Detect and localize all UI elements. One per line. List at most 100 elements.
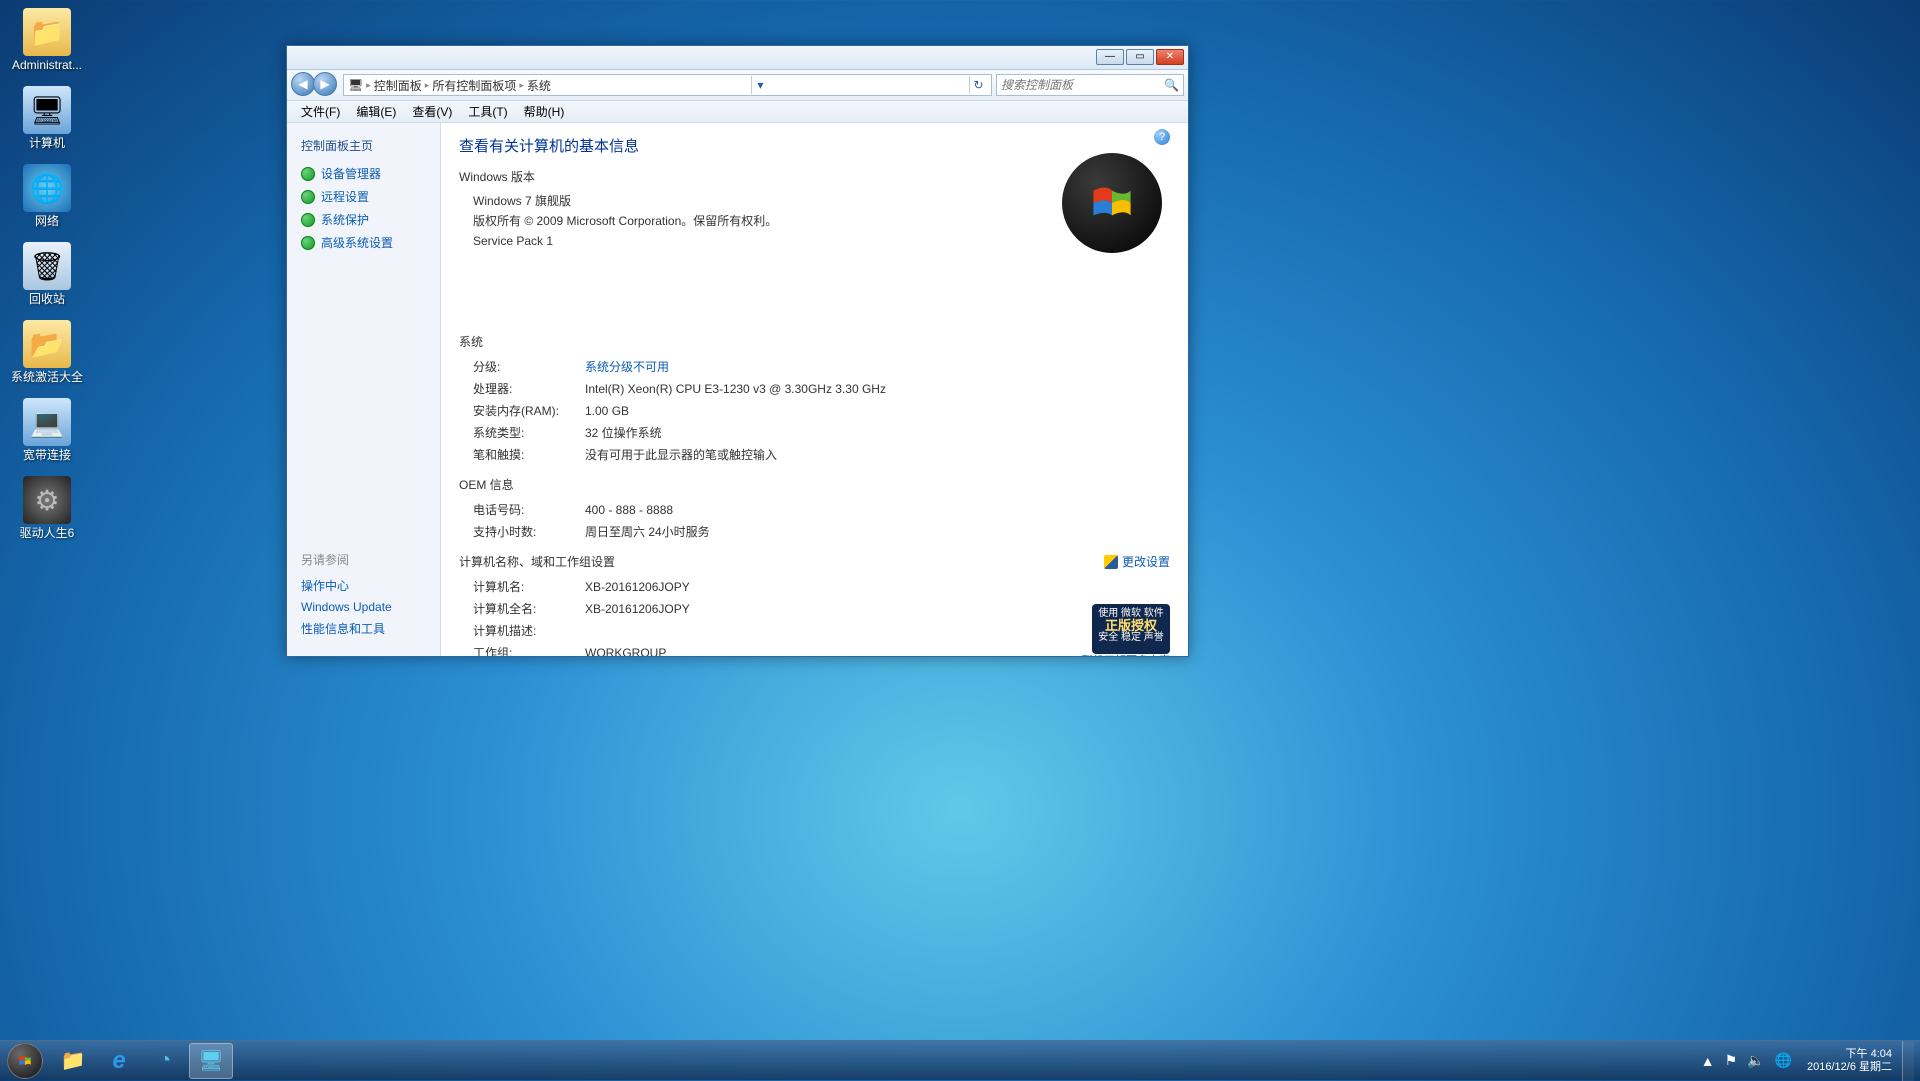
clock-date: 2016/12/6 星期二: [1807, 1061, 1892, 1074]
folder-icon: 📁: [61, 1048, 86, 1073]
side-link-protection[interactable]: 系统保护: [287, 208, 440, 231]
ie-icon: e: [112, 1047, 125, 1075]
menu-file[interactable]: 文件(F): [293, 103, 348, 120]
cpu-value: Intel(R) Xeon(R) CPU E3-1230 v3 @ 3.30GH…: [585, 380, 1170, 398]
shield-icon: [301, 236, 315, 250]
start-button[interactable]: [0, 1041, 50, 1081]
pen-label: 笔和触摸:: [473, 446, 585, 464]
windows-logo-icon: [1062, 153, 1162, 253]
fullname-label: 计算机全名:: [473, 600, 585, 618]
menu-tools[interactable]: 工具(T): [460, 103, 515, 120]
taskbar: 📁 e ◔ 🖥 ▲ ⚑ 🔈 🌐 下午 4:04 2016/12/6 星期二: [0, 1040, 1920, 1080]
desktop-icon-dialup[interactable]: 💻宽带连接: [10, 398, 84, 462]
menu-edit[interactable]: 编辑(E): [348, 103, 404, 120]
menu-view[interactable]: 查看(V): [404, 103, 460, 120]
pcname-value: XB-20161206JOPY: [585, 578, 1170, 596]
taskbar-pin-explorer[interactable]: 📁: [51, 1043, 95, 1079]
side-link-advanced[interactable]: 高级系统设置: [287, 231, 440, 254]
refresh-icon[interactable]: ↻: [969, 76, 987, 94]
phone-value: 400 - 888 - 8888: [585, 501, 1170, 519]
desktop-icon-activation[interactable]: 📂系统激活大全: [10, 320, 84, 384]
desktop-icon-recycle[interactable]: 🗑回收站: [10, 242, 84, 306]
sidebar-footer: 另请参阅 操作中心 Windows Update 性能信息和工具: [287, 545, 440, 646]
media-icon: ◔: [159, 1049, 171, 1072]
footer-link-perf[interactable]: 性能信息和工具: [301, 617, 426, 640]
tray-volume-icon[interactable]: 🔈: [1742, 1052, 1769, 1069]
help-icon[interactable]: ?: [1154, 129, 1170, 145]
sidebar-title: 控制面板主页: [287, 133, 440, 162]
page-heading: 查看有关计算机的基本信息: [459, 135, 1170, 156]
change-settings-link[interactable]: 更改设置: [1104, 553, 1170, 570]
taskbar-pin-control-panel[interactable]: 🖥: [189, 1043, 233, 1079]
type-label: 系统类型:: [473, 424, 585, 442]
clock-time: 下午 4:04: [1807, 1048, 1892, 1061]
crumb-3[interactable]: 系统: [527, 77, 551, 94]
pcname-label: 计算机名:: [473, 578, 585, 596]
crumb-2[interactable]: 所有控制面板项: [432, 77, 516, 94]
footer-link-action-center[interactable]: 操作中心: [301, 574, 426, 597]
hours-value: 周日至周六 24小时服务: [585, 523, 1170, 541]
forward-button[interactable]: ▶: [313, 72, 337, 96]
footer-link-windows-update[interactable]: Windows Update: [301, 597, 426, 617]
system-properties-window: — ▭ ✕ ◀ ▶ 🖥▸ 控制面板▸ 所有控制面板项▸ 系统 ▾ ↻ 🔍 文件(…: [286, 45, 1189, 657]
shield-icon: [301, 213, 315, 227]
search-icon[interactable]: 🔍: [1164, 78, 1179, 92]
taskbar-pin-media[interactable]: ◔: [143, 1043, 187, 1079]
ram-value: 1.00 GB: [585, 402, 1170, 420]
search-bar[interactable]: 🔍: [996, 74, 1184, 96]
footer-title: 另请参阅: [301, 551, 426, 568]
systray: ▲ ⚑ 🔈 🌐 下午 4:04 2016/12/6 星期二: [1696, 1041, 1920, 1081]
desktop-icon-network[interactable]: 🌐网络: [10, 164, 84, 228]
shield-icon: [301, 190, 315, 204]
sidebar: 控制面板主页 设备管理器 远程设置 系统保护 高级系统设置 另请参阅 操作中心 …: [287, 123, 441, 656]
pc-icon: 🖥: [348, 78, 363, 92]
minimize-button[interactable]: —: [1096, 49, 1124, 65]
shield-icon: [301, 167, 315, 181]
dropdown-icon[interactable]: ▾: [751, 76, 769, 94]
maximize-button[interactable]: ▭: [1126, 49, 1154, 65]
control-panel-icon: 🖥: [198, 1048, 223, 1073]
desktop-icon-driver[interactable]: ⚙驱动人生6: [10, 476, 84, 540]
tray-flag-icon[interactable]: ⚑: [1720, 1052, 1743, 1069]
phone-label: 电话号码:: [473, 501, 585, 519]
tray-network-icon[interactable]: 🌐: [1770, 1052, 1797, 1069]
address-bar[interactable]: 🖥▸ 控制面板▸ 所有控制面板项▸ 系统 ▾ ↻: [343, 74, 992, 96]
menu-help[interactable]: 帮助(H): [516, 103, 573, 120]
search-input[interactable]: [1001, 78, 1164, 92]
back-button[interactable]: ◀: [291, 72, 315, 96]
fullname-value: XB-20161206JOPY: [585, 600, 1170, 618]
side-link-remote[interactable]: 远程设置: [287, 185, 440, 208]
ram-label: 安装内存(RAM):: [473, 402, 585, 420]
wg-label: 工作组:: [473, 644, 585, 656]
close-button[interactable]: ✕: [1156, 49, 1184, 65]
section-name-title: 计算机名称、域和工作组设置 更改设置: [459, 553, 1170, 570]
content-pane: ? 查看有关计算机的基本信息 Windows 版本 Windows 7 旗舰版 …: [441, 123, 1188, 656]
hours-label: 支持小时数:: [473, 523, 585, 541]
desktop-icon-computer[interactable]: 🖥计算机: [10, 86, 84, 150]
start-orb-icon: [7, 1043, 43, 1079]
pen-value: 没有可用于此显示器的笔或触控输入: [585, 446, 1170, 464]
navbar: ◀ ▶ 🖥▸ 控制面板▸ 所有控制面板项▸ 系统 ▾ ↻ 🔍: [287, 70, 1188, 101]
show-desktop-button[interactable]: [1902, 1041, 1914, 1081]
taskbar-pin-ie[interactable]: e: [97, 1043, 141, 1079]
genuine-badge: 使用 微软 软件 正版授权 安全 稳定 声誉: [1092, 604, 1170, 654]
titlebar[interactable]: — ▭ ✕: [287, 46, 1188, 70]
tray-overflow-icon[interactable]: ▲: [1696, 1053, 1720, 1069]
cpu-label: 处理器:: [473, 380, 585, 398]
menubar: 文件(F) 编辑(E) 查看(V) 工具(T) 帮助(H): [287, 101, 1188, 123]
rating-value-link[interactable]: 系统分级不可用: [585, 358, 1170, 376]
shield-icon: [1104, 555, 1118, 569]
clock[interactable]: 下午 4:04 2016/12/6 星期二: [1797, 1048, 1902, 1074]
side-link-device-manager[interactable]: 设备管理器: [287, 162, 440, 185]
section-edition-title: Windows 版本: [459, 168, 1170, 185]
service-pack: Service Pack 1: [459, 231, 1170, 251]
learn-more-link[interactable]: 联机了解更多内容: [1082, 652, 1170, 656]
section-system-title: 系统: [459, 333, 1170, 350]
rating-label: 分级:: [473, 358, 585, 376]
crumb-1[interactable]: 控制面板: [374, 77, 422, 94]
desc-label: 计算机描述:: [473, 622, 585, 640]
desc-value: [585, 622, 1170, 640]
desktop-icon-admin[interactable]: 📁Administrat...: [10, 8, 84, 72]
section-oem-title: OEM 信息: [459, 476, 1170, 493]
type-value: 32 位操作系统: [585, 424, 1170, 442]
